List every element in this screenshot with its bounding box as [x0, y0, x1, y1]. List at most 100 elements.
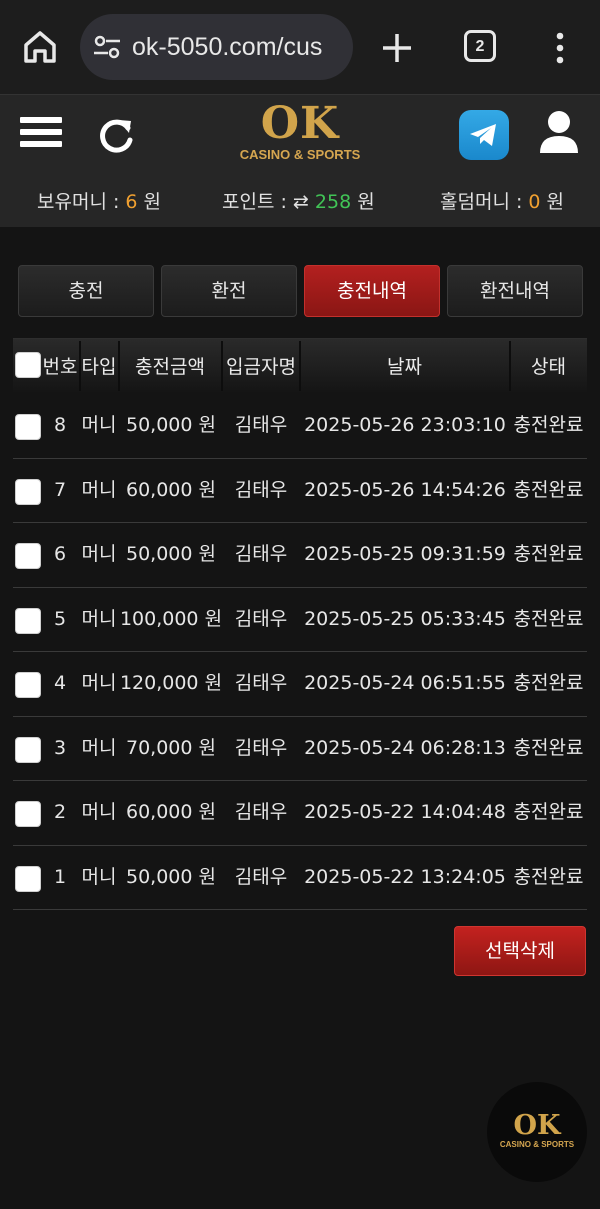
holdem-balance-value: 0: [528, 191, 541, 213]
money-balance-label: 보유머니 :: [37, 191, 126, 213]
row-date: 2025-05-22 14:04:48: [304, 801, 506, 823]
hamburger-menu-icon[interactable]: [20, 117, 62, 155]
row-depositor: 김태우: [234, 543, 288, 565]
delete-selected-button[interactable]: 선택삭제: [454, 926, 586, 976]
row-type: 머니: [81, 414, 117, 436]
row-type: 머니: [81, 478, 117, 501]
row-amount: 70,000 원: [125, 736, 216, 759]
balance-row: 보유머니 : 6 원 포인트 : ⇄ 258 원 홀덤머니 : 0 원: [0, 187, 600, 213]
row-checkbox[interactable]: [15, 736, 41, 763]
money-balance: 보유머니 : 6 원: [37, 187, 161, 214]
logo-main-text: OK: [260, 98, 340, 149]
row-date: 2025-05-24 06:51:55: [304, 672, 506, 694]
table-header: 번호 타입 충전금액 입금자명 날짜 상태: [13, 338, 587, 394]
row-number: 6: [53, 543, 67, 565]
user-profile-icon[interactable]: [538, 109, 580, 155]
more-options-icon[interactable]: [548, 28, 572, 68]
refresh-icon[interactable]: [97, 116, 137, 156]
row-type: 머니: [81, 543, 117, 565]
site-header: OK CASINO & SPORTS 보유머니 : 6 원 포인트 : ⇄ 25…: [0, 94, 600, 227]
row-status: 충전완료: [513, 607, 584, 630]
floating-logo-button[interactable]: OK CASINO & SPORTS: [487, 1082, 587, 1182]
point-balance-label: 포인트 :: [222, 191, 293, 213]
row-depositor: 김태우: [234, 672, 288, 694]
row-number: 2: [53, 801, 67, 823]
home-icon[interactable]: [18, 25, 62, 69]
row-amount: 50,000 원: [125, 543, 216, 565]
row-date: 2025-05-24 06:28:13: [304, 736, 506, 759]
row-depositor: 김태우: [234, 801, 288, 823]
row-status: 충전완료: [513, 478, 584, 501]
table-row: 4 머니 120,000 원 김태우 2025-05-24 06:51:55 충전완료: [13, 652, 587, 717]
tab-switcher-button[interactable]: 2: [464, 30, 496, 62]
tab-deposit-history[interactable]: 충전내역: [304, 265, 440, 317]
row-date: 2025-05-26 14:54:26: [304, 478, 506, 501]
table-row: 2 머니 60,000 원 김태우 2025-05-22 14:04:48 충전완료: [13, 781, 587, 846]
row-type: 머니: [81, 801, 117, 823]
tab-deposit[interactable]: 충전: [18, 265, 154, 317]
table-row: 5 머니 100,000 원 김태우 2025-05-25 05:33:45 충전완료: [13, 588, 587, 652]
header-amount: 충전금액: [135, 356, 205, 378]
row-amount: 60,000 원: [125, 478, 216, 501]
row-amount: 100,000 원: [119, 607, 223, 630]
table-body: 8 머니 50,000 원 김태우 2025-05-26 23:03:10 충전완료 7 머니…: [13, 394, 587, 910]
row-amount: 50,000 원: [125, 865, 216, 888]
header-depositor: 입금자명: [226, 356, 296, 378]
row-date: 2025-05-26 23:03:10: [304, 414, 506, 436]
row-checkbox[interactable]: [15, 607, 41, 634]
row-type: 머니: [81, 607, 117, 630]
point-balance-unit: 원: [351, 191, 375, 213]
row-checkbox[interactable]: [15, 801, 41, 827]
telegram-button[interactable]: [459, 110, 509, 160]
holdem-balance-unit: 원: [540, 191, 565, 213]
new-tab-icon[interactable]: [376, 27, 418, 69]
money-balance-unit: 원: [137, 191, 162, 213]
row-checkbox[interactable]: [15, 672, 41, 698]
select-all-checkbox[interactable]: [15, 352, 41, 378]
table-row: 1 머니 50,000 원 김태우 2025-05-22 13:24:05 충전완료: [13, 846, 587, 910]
row-checkbox[interactable]: [15, 414, 41, 440]
table-row: 7 머니 60,000 원 김태우 2025-05-26 14:54:26 충전완료: [13, 459, 587, 523]
exchange-arrows-icon[interactable]: ⇄: [293, 191, 309, 213]
row-status: 충전완료: [513, 801, 584, 823]
row-amount: 50,000 원: [125, 414, 216, 436]
site-logo[interactable]: OK CASINO & SPORTS: [230, 101, 370, 173]
row-number: 3: [53, 736, 67, 759]
row-number: 1: [53, 865, 67, 888]
row-status: 충전완료: [513, 414, 584, 436]
row-number: 8: [53, 414, 67, 436]
row-status: 충전완료: [513, 672, 584, 694]
row-type: 머니: [81, 672, 117, 694]
row-depositor: 김태우: [234, 478, 288, 501]
site-settings-icon[interactable]: [92, 33, 122, 61]
float-logo-sub-text: CASINO & SPORTS: [499, 1140, 575, 1149]
header-status: 상태: [531, 356, 566, 378]
row-depositor: 김태우: [234, 736, 288, 759]
holdem-balance-label: 홀덤머니 :: [440, 191, 529, 213]
row-amount: 60,000 원: [125, 801, 216, 823]
row-status: 충전완료: [513, 736, 584, 759]
deposit-tabs: 충전 환전 충전내역 환전내역: [18, 265, 584, 317]
table-row: 6 머니 50,000 원 김태우 2025-05-25 09:31:59 충전완료: [13, 523, 587, 588]
money-balance-value: 6: [125, 191, 138, 213]
row-type: 머니: [81, 736, 117, 759]
point-balance[interactable]: 포인트 : ⇄ 258 원: [222, 187, 375, 214]
row-number: 5: [53, 607, 67, 630]
tab-withdraw[interactable]: 환전: [161, 265, 297, 317]
row-checkbox[interactable]: [15, 543, 41, 569]
telegram-icon: [470, 124, 496, 146]
table-row: 8 머니 50,000 원 김태우 2025-05-26 23:03:10 충전완료: [13, 394, 587, 459]
row-type: 머니: [81, 865, 117, 888]
row-checkbox[interactable]: [15, 478, 41, 505]
point-balance-value: 258: [314, 191, 352, 213]
row-status: 충전완료: [513, 865, 584, 888]
deposit-history-table: 번호 타입 충전금액 입금자명 날짜 상태 8 머니 50,000 원 김태우 2025…: [13, 338, 587, 910]
row-checkbox[interactable]: [15, 865, 41, 892]
row-depositor: 김태우: [234, 865, 288, 888]
table-row: 3 머니 70,000 원 김태우 2025-05-24 06:28:13 충전완료: [13, 717, 587, 781]
tab-withdraw-history[interactable]: 환전내역: [447, 265, 583, 317]
row-number: 4: [53, 672, 67, 694]
browser-toolbar: ok-5050.com/cus 2: [0, 0, 600, 94]
address-bar[interactable]: ok-5050.com/cus: [80, 14, 353, 80]
header-type: 타입: [81, 356, 117, 378]
